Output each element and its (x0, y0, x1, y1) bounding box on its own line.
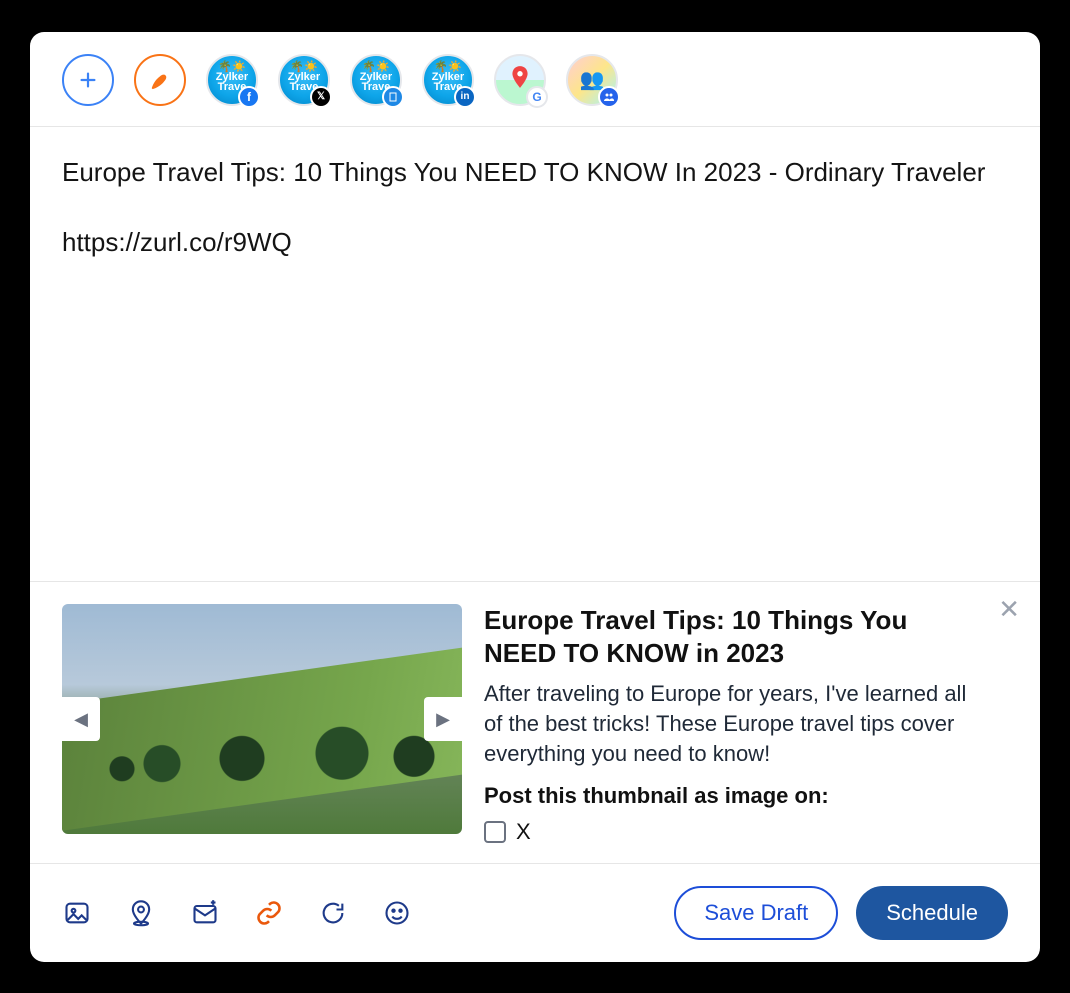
channel-zylker-x[interactable]: 🌴☀️ ZylkerTrave 𝕏 (278, 54, 330, 106)
linkedin-icon: in (454, 86, 476, 108)
schedule-button[interactable]: Schedule (856, 886, 1008, 940)
channel-row: 🌴☀️ ZylkerTrave f 🌴☀️ ZylkerTrave 𝕏 🌴☀️ … (30, 32, 1040, 127)
checkbox-x[interactable] (484, 821, 506, 843)
compose-textarea[interactable]: Europe Travel Tips: 10 Things You NEED T… (30, 127, 1040, 582)
x-icon: 𝕏 (310, 86, 332, 108)
refresh-icon[interactable] (318, 898, 348, 928)
channel-zylker-facebook[interactable]: 🌴☀️ ZylkerTrave f (206, 54, 258, 106)
checkbox-x-label: X (516, 819, 531, 845)
compose-window: 🌴☀️ ZylkerTrave f 🌴☀️ ZylkerTrave 𝕏 🌴☀️ … (30, 32, 1040, 962)
building-icon (382, 86, 404, 108)
footer-toolbar: Save Draft Schedule (30, 863, 1040, 962)
link-preview: ✕ ◀ ▶ Europe Travel Tips: 10 Things You … (30, 581, 1040, 862)
post-thumbnail-label: Post this thumbnail as image on: (484, 783, 978, 809)
save-draft-button[interactable]: Save Draft (674, 886, 838, 940)
link-icon[interactable] (254, 898, 284, 928)
channel-zylker-linkedin[interactable]: 🌴☀️ ZylkerTrave in (422, 54, 474, 106)
add-channel-button[interactable] (62, 54, 114, 106)
preview-text: Europe Travel Tips: 10 Things You NEED T… (484, 604, 1008, 844)
compose-text: Europe Travel Tips: 10 Things You NEED T… (62, 155, 1008, 190)
channel-zylker-business[interactable]: 🌴☀️ ZylkerTrave (350, 54, 402, 106)
preview-thumbnail: ◀ ▶ (62, 604, 462, 834)
channel-group[interactable]: 👥 (566, 54, 618, 106)
close-preview-button[interactable]: ✕ (998, 594, 1020, 625)
envelope-plus-icon[interactable] (190, 898, 220, 928)
emoji-icon[interactable] (382, 898, 412, 928)
channel-google-business[interactable]: G (494, 54, 546, 106)
compose-icon-button[interactable] (134, 54, 186, 106)
location-icon[interactable] (126, 898, 156, 928)
preview-title: Europe Travel Tips: 10 Things You NEED T… (484, 604, 978, 669)
thumbnail-prev-button[interactable]: ◀ (62, 697, 100, 741)
image-icon[interactable] (62, 898, 92, 928)
compose-link: https://zurl.co/r9WQ (62, 225, 1008, 260)
google-icon: G (526, 86, 548, 108)
preview-description: After traveling to Europe for years, I'v… (484, 679, 978, 768)
group-icon (598, 86, 620, 108)
thumbnail-next-button[interactable]: ▶ (424, 697, 462, 741)
facebook-icon: f (238, 86, 260, 108)
